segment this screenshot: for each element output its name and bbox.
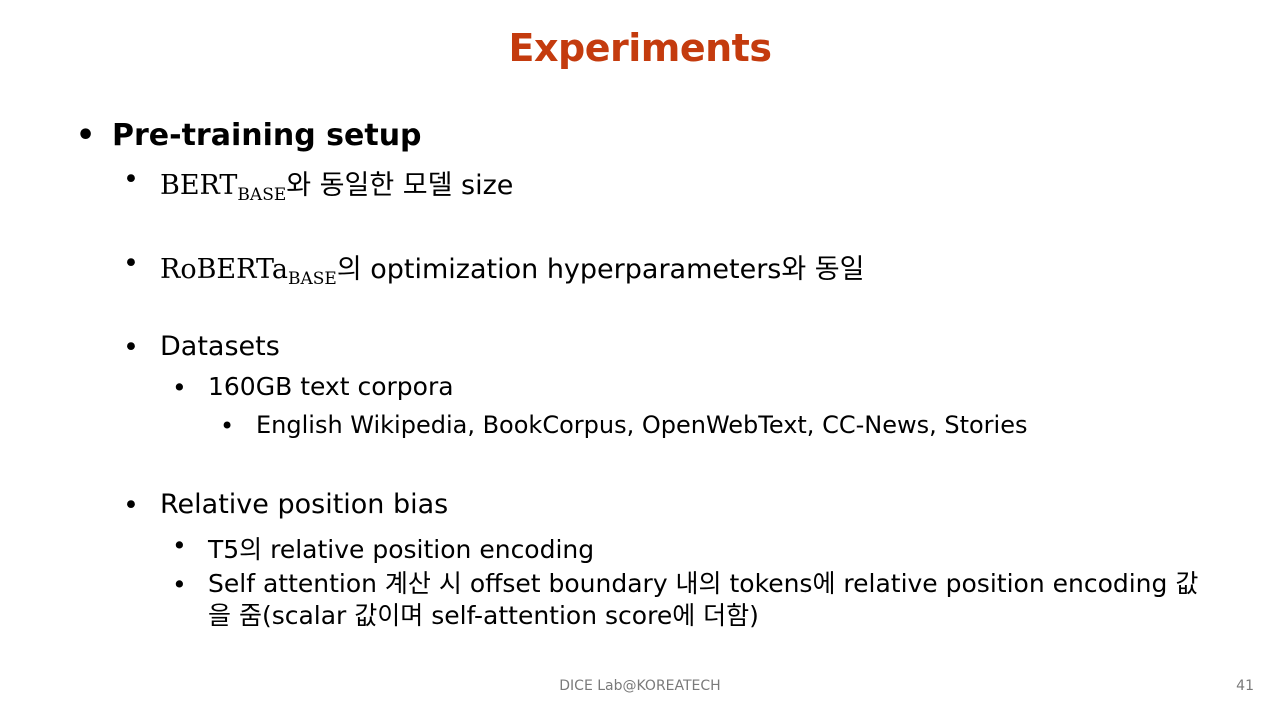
roberta-main: RoBERTa [160, 254, 288, 285]
page-number: 41 [1236, 678, 1254, 694]
roberta-sub: BASE [288, 269, 337, 289]
bert-model-size-item: BERTBASE와 동일한 모델 size [160, 163, 514, 204]
t5-encoding-item: T5의 relative position encoding [208, 535, 595, 564]
bullet-marker: • [76, 118, 96, 153]
bullet-marker: • [123, 490, 139, 521]
self-attention-item: Self attention 계산 시 offset boundary 내의 t… [208, 569, 1199, 630]
datasets-item: Datasets [160, 331, 280, 362]
bullet-marker: • [123, 332, 139, 363]
slide-title: Experiments [508, 26, 772, 70]
bullet-marker: • [123, 248, 139, 279]
pretraining-heading: Pre-training setup [112, 118, 422, 153]
roberta-base-math: RoBERTaBASE [160, 254, 337, 288]
bullet-marker: • [172, 531, 187, 560]
footer-lab: DICE Lab@KOREATECH [559, 678, 721, 694]
roberta-tail: 의 optimization hyperparameters와 동일 [336, 254, 865, 285]
roberta-hyperparams-item: RoBERTaBASE의 optimization hyperparameter… [160, 247, 865, 288]
bert-main: BERT [160, 170, 238, 201]
bert-sub: BASE [237, 185, 287, 205]
corpus-size-item: 160GB text corpora [208, 372, 454, 401]
bert-tail: 와 동일한 모델 size [286, 170, 514, 201]
corpus-list-item: English Wikipedia, BookCorpus, OpenWebTe… [256, 411, 1028, 439]
bullet-marker: • [172, 373, 187, 402]
bullet-marker: • [220, 412, 235, 440]
bullet-marker: • [172, 570, 187, 599]
bullet-marker: • [123, 164, 139, 195]
bert-base-math: BERTBASE [160, 170, 286, 204]
relative-position-item: Relative position bias [160, 489, 449, 520]
